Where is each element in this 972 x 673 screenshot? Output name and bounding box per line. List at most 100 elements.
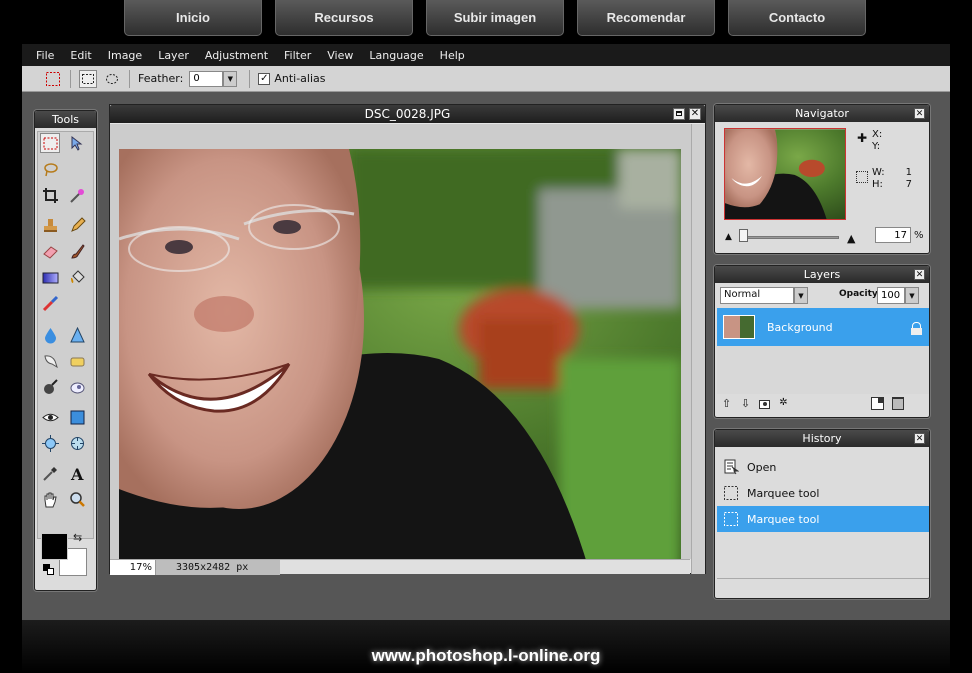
zoom-value: 17 [129, 561, 143, 573]
move-tool-icon[interactable] [67, 133, 87, 153]
menu-edit[interactable]: Edit [62, 49, 99, 62]
layers-footer-left: ⇧ ⇩ ✲ [719, 397, 791, 412]
zoom-out-icon[interactable]: ▲ [725, 232, 732, 242]
sponge-tool-icon[interactable] [67, 351, 87, 371]
footer-url[interactable]: www.photoshop.l-online.org [22, 646, 950, 666]
history-item-label: Marquee tool [747, 512, 820, 526]
lock-icon[interactable] [911, 322, 922, 335]
navigator-thumbnail[interactable] [724, 128, 846, 220]
menu-language[interactable]: Language [361, 49, 431, 62]
delete-layer-icon[interactable] [892, 397, 904, 410]
opacity-dropdown-icon[interactable]: ▼ [905, 287, 919, 304]
zoom-slider-track[interactable] [739, 236, 839, 239]
nav-contacto-button[interactable]: Contacto [728, 0, 866, 36]
red-eye-tool-icon[interactable] [40, 407, 60, 427]
blur-tool-icon[interactable] [40, 325, 60, 345]
swap-colors-icon[interactable]: ⇆ [73, 531, 82, 544]
sharpen-tool-icon[interactable] [67, 325, 87, 345]
menu-image[interactable]: Image [100, 49, 150, 62]
zoom-field[interactable]: 17% [110, 559, 156, 575]
ellipse-marquee-mode-icon[interactable] [103, 70, 121, 88]
hand-tool-icon[interactable] [40, 489, 60, 509]
close-layers-icon[interactable]: ✕ [914, 269, 925, 280]
blend-mode-select[interactable]: Normal ▼ [720, 287, 808, 304]
dodge-tool-icon[interactable] [40, 377, 60, 397]
size-readout: W: 1 H: 7 [872, 167, 912, 191]
history-item-marquee-1[interactable]: Marquee tool [717, 480, 929, 506]
antialias-checkbox[interactable]: ✓ [258, 72, 271, 85]
history-item-open[interactable]: Open [717, 454, 929, 480]
document-window: DSC_0028.JPG ✕ 17 % 3305x2482 px [109, 104, 706, 575]
site-nav: Inicio Recursos Subir imagen Recomendar … [0, 0, 972, 44]
new-layer-icon[interactable] [871, 397, 884, 410]
nav-recursos-button[interactable]: Recursos [275, 0, 413, 36]
bloat-tool-icon[interactable] [40, 433, 60, 453]
marquee-tool-icon[interactable] [40, 133, 60, 153]
nav-subir-imagen-button[interactable]: Subir imagen [426, 0, 564, 36]
opacity-control[interactable]: ▼ [877, 287, 919, 304]
y-label: Y: [872, 141, 881, 152]
color-picker-tool-icon[interactable] [40, 463, 60, 483]
layers-footer-right [871, 397, 904, 410]
h-label: H: [872, 179, 883, 190]
navigator-title-bar: Navigator ✕ [715, 105, 929, 122]
color-replace-tool-icon[interactable] [40, 293, 60, 313]
close-document-icon[interactable]: ✕ [689, 108, 701, 120]
menu-view[interactable]: View [319, 49, 361, 62]
layer-styles-icon[interactable]: ✲ [776, 397, 791, 412]
opacity-input[interactable] [877, 287, 905, 304]
zoom-slider-handle[interactable] [739, 229, 748, 242]
history-item-label: Open [747, 460, 777, 474]
zoom-tool-icon[interactable] [67, 489, 87, 509]
blend-mode-dropdown-icon[interactable]: ▼ [794, 287, 808, 304]
pinch-tool-icon[interactable] [67, 433, 87, 453]
menu-file[interactable]: File [28, 49, 62, 62]
shape-tool-icon[interactable] [67, 407, 87, 427]
menu-help[interactable]: Help [432, 49, 473, 62]
move-layer-up-icon[interactable]: ⇧ [719, 397, 734, 412]
default-colors-icon[interactable] [43, 564, 54, 575]
navigator-zoom-input[interactable] [875, 227, 911, 243]
menu-adjustment[interactable]: Adjustment [197, 49, 276, 62]
menu-filter[interactable]: Filter [276, 49, 319, 62]
maximize-icon[interactable] [673, 108, 685, 120]
layers-list: Background [717, 308, 929, 394]
marquee-history-icon [724, 512, 738, 526]
nav-inicio-button[interactable]: Inicio [124, 0, 262, 36]
menu-bar: File Edit Image Layer Adjustment Filter … [22, 44, 950, 66]
feather-label: Feather: [138, 72, 184, 85]
layer-mask-icon[interactable] [757, 397, 772, 412]
fill-bucket-tool-icon[interactable] [67, 267, 87, 287]
marquee-tool-indicator-icon[interactable] [44, 70, 62, 88]
vertical-scrollbar[interactable] [691, 124, 705, 574]
menu-layer[interactable]: Layer [150, 49, 197, 62]
magic-wand-tool-icon[interactable] [67, 185, 87, 205]
history-title: History [802, 432, 842, 445]
gradient-tool-icon[interactable] [40, 267, 60, 287]
stamp-tool-icon[interactable] [40, 215, 60, 235]
type-tool-icon[interactable]: A [67, 463, 87, 483]
opacity-label: Opacity: [839, 289, 882, 299]
burn-tool-icon[interactable] [67, 377, 87, 397]
photo-canvas[interactable] [119, 149, 681, 570]
eraser-tool-icon[interactable] [40, 241, 60, 261]
rect-marquee-mode-icon[interactable] [79, 69, 97, 88]
brush-tool-icon[interactable] [67, 241, 87, 261]
history-item-marquee-2-selected[interactable]: Marquee tool [717, 506, 929, 532]
photo-image [119, 149, 681, 570]
nav-recomendar-button[interactable]: Recomendar [577, 0, 715, 36]
feather-input[interactable] [189, 70, 224, 87]
layers-panel: Layers ✕ Normal ▼ Opacity: ▼ Background ⇧… [714, 265, 930, 418]
move-layer-down-icon[interactable]: ⇩ [738, 397, 753, 412]
smudge-tool-icon[interactable] [40, 351, 60, 371]
layer-row-background[interactable]: Background [717, 308, 929, 346]
foreground-color-swatch-top[interactable] [41, 533, 68, 560]
close-navigator-icon[interactable]: ✕ [914, 108, 925, 119]
zoom-in-icon[interactable]: ▲ [847, 232, 855, 245]
pencil-tool-icon[interactable] [67, 215, 87, 235]
canvas-area[interactable] [110, 124, 692, 570]
feather-dropdown-icon[interactable]: ▼ [223, 70, 238, 87]
crop-tool-icon[interactable] [40, 185, 60, 205]
lasso-tool-icon[interactable] [40, 159, 60, 179]
close-history-icon[interactable]: ✕ [914, 433, 925, 444]
